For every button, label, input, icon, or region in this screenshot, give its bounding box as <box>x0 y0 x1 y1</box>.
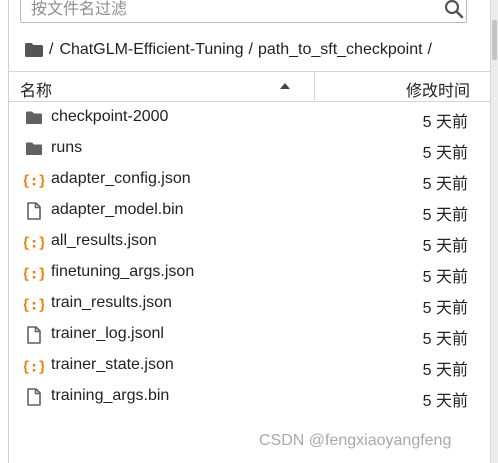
file-row[interactable]: trainer_log.jsonl 5 天前 <box>9 319 490 350</box>
file-name[interactable]: trainer_state.json <box>51 356 174 374</box>
file-row[interactable]: {:} finetuning_args.json 5 天前 <box>9 257 490 288</box>
column-header-name[interactable]: 名称 <box>20 77 52 101</box>
file-name[interactable]: train_results.json <box>51 294 172 312</box>
file-modified: 5 天前 <box>422 114 468 131</box>
file-list: checkpoint-2000 5 天前 runs 5 天前 {:} adapter_co… <box>9 102 490 412</box>
file-name[interactable]: runs <box>51 139 82 157</box>
file-modified: 5 天前 <box>422 331 468 348</box>
file-row[interactable]: training_args.bin 5 天前 <box>9 381 490 412</box>
file-modified: 5 天前 <box>422 269 468 286</box>
folder-icon[interactable] <box>25 43 43 57</box>
file-modified: 5 天前 <box>422 238 468 255</box>
file-row[interactable]: adapter_model.bin 5 天前 <box>9 195 490 226</box>
file-modified: 5 天前 <box>422 362 468 379</box>
file-row[interactable]: {:} all_results.json 5 天前 <box>9 226 490 257</box>
watermark: CSDN @fengxiaoyangfeng <box>259 432 452 449</box>
file-modified: 5 天前 <box>422 176 468 193</box>
file-row[interactable]: checkpoint-2000 5 天前 <box>9 102 490 133</box>
json-file-icon: {:} <box>21 170 46 190</box>
file-modified: 5 天前 <box>422 145 468 162</box>
filter-input[interactable] <box>31 0 431 22</box>
svg-text:{:}: {:} <box>24 174 44 190</box>
folder-icon <box>24 108 44 128</box>
breadcrumb-separator: / <box>248 41 253 58</box>
sort-ascending-icon[interactable] <box>280 83 290 89</box>
filter-box <box>20 0 467 23</box>
file-row[interactable]: {:} train_results.json 5 天前 <box>9 288 490 319</box>
svg-text:{:}: {:} <box>24 236 44 252</box>
breadcrumb: / ChatGLM-Efficient-Tuning / path_to_sft… <box>25 38 432 62</box>
file-name[interactable]: adapter_model.bin <box>51 201 184 219</box>
json-file-icon: {:} <box>21 232 46 252</box>
svg-text:{:}: {:} <box>24 267 44 283</box>
file-icon <box>24 201 44 221</box>
file-modified: 5 天前 <box>422 300 468 317</box>
json-file-icon: {:} <box>21 263 46 283</box>
file-modified: 5 天前 <box>422 393 468 410</box>
column-divider[interactable] <box>314 72 315 101</box>
file-name[interactable]: adapter_config.json <box>51 170 191 188</box>
file-icon <box>24 325 44 345</box>
search-icon[interactable] <box>443 0 465 20</box>
breadcrumb-root[interactable]: / <box>49 41 53 59</box>
svg-text:{:}: {:} <box>24 360 44 376</box>
json-file-icon: {:} <box>21 356 46 376</box>
scrollbar[interactable] <box>491 0 498 463</box>
breadcrumb-separator: / <box>427 41 432 58</box>
file-name[interactable]: trainer_log.jsonl <box>51 325 164 343</box>
column-header-modified[interactable]: 修改时间 <box>406 77 470 101</box>
file-name[interactable]: training_args.bin <box>51 387 169 405</box>
breadcrumb-segment-1[interactable]: path_to_sft_checkpoint <box>258 41 423 59</box>
json-file-icon: {:} <box>21 294 46 314</box>
file-row[interactable]: runs 5 天前 <box>9 133 490 164</box>
file-list-header: 名称 修改时间 <box>9 71 490 102</box>
folder-icon <box>24 139 44 159</box>
scrollbar-thumb[interactable] <box>492 20 497 60</box>
file-name[interactable]: all_results.json <box>51 232 157 250</box>
file-modified: 5 天前 <box>422 207 468 224</box>
svg-text:{:}: {:} <box>24 298 44 314</box>
file-icon <box>24 387 44 407</box>
file-name[interactable]: finetuning_args.json <box>51 263 194 281</box>
file-name[interactable]: checkpoint-2000 <box>51 108 168 126</box>
file-row[interactable]: {:} trainer_state.json 5 天前 <box>9 350 490 381</box>
file-row[interactable]: {:} adapter_config.json 5 天前 <box>9 164 490 195</box>
breadcrumb-segment-0[interactable]: ChatGLM-Efficient-Tuning <box>59 41 243 59</box>
